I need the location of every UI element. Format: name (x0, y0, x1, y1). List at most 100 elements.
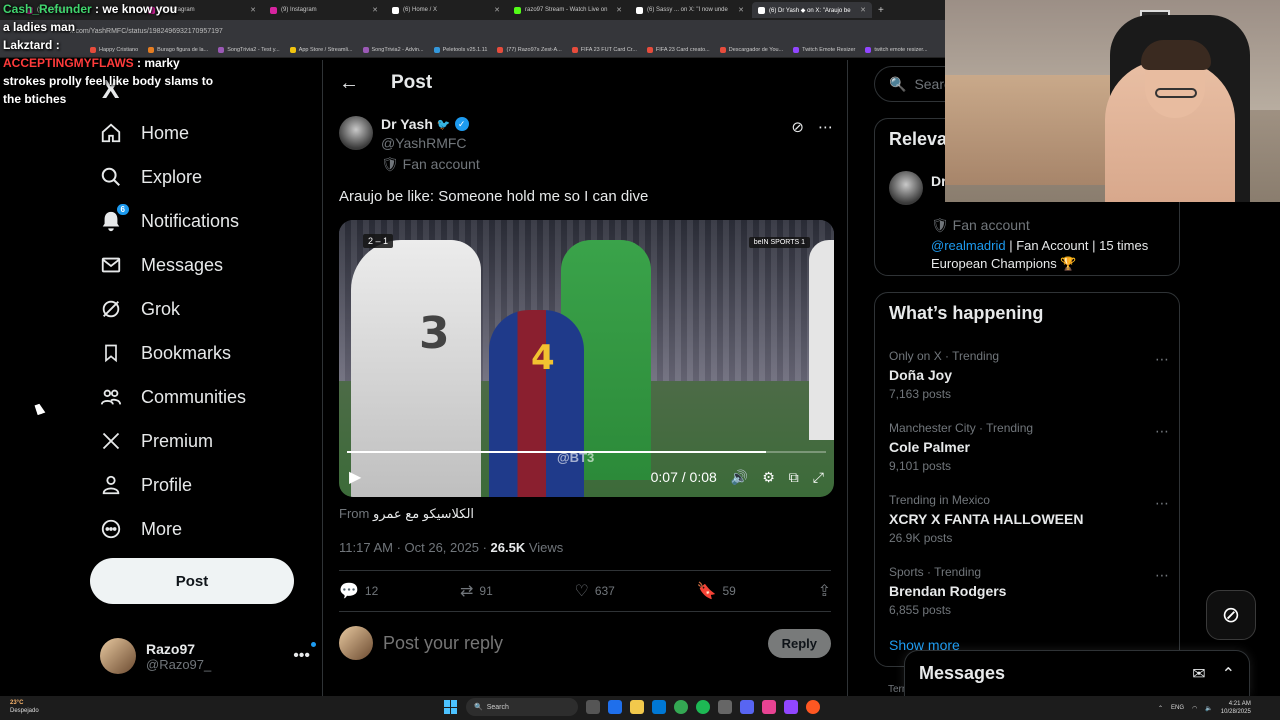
reply-button[interactable]: 💬 12 (339, 581, 378, 601)
sidebar-item-messages[interactable]: Messages (98, 243, 223, 287)
author-name[interactable]: Dr Yash (381, 116, 433, 132)
share-button[interactable]: ⇪ (818, 581, 831, 601)
browser-tab[interactable]: (9) Instagram ✕ (264, 2, 384, 18)
avatar[interactable] (889, 171, 923, 205)
play-icon[interactable]: ▶ (349, 467, 361, 487)
picture-in-picture-icon[interactable]: ⧉ (789, 469, 799, 486)
bookmark-item[interactable]: Descargador de You... (719, 46, 783, 53)
sidebar-item-more[interactable]: More (98, 507, 182, 551)
sidebar-item-premium[interactable]: Premium (98, 419, 213, 463)
tray-chevron-icon[interactable]: ⌃ (1158, 705, 1163, 712)
author-handle[interactable]: @YashRMFC (381, 135, 480, 151)
close-icon[interactable]: ✕ (494, 6, 500, 14)
obs-icon[interactable] (784, 700, 798, 714)
close-icon[interactable]: ✕ (860, 6, 866, 14)
close-icon[interactable]: ✕ (616, 6, 622, 14)
sidebar-item-bookmarks[interactable]: Bookmarks (98, 331, 231, 375)
bookmark-item[interactable]: FIFA 23 Card creato... (646, 46, 710, 53)
sidebar-item-explore[interactable]: Explore (98, 155, 202, 199)
volume-icon[interactable]: 🔊 (731, 469, 748, 486)
bookmark-item[interactable]: (77) Razo97s Zest-A... (497, 46, 562, 53)
reply-submit-button[interactable]: Reply (767, 628, 831, 658)
bookmark-item[interactable]: FIFA 23 FUT Card Cr... (571, 46, 637, 53)
windows-start-icon[interactable] (444, 700, 458, 714)
close-icon[interactable]: ✕ (372, 6, 378, 14)
video-player[interactable]: 3 4 2 – 1 beIN SPORTS 1 @BT3 ▶ 0:07 / 0:… (339, 220, 834, 497)
new-message-icon[interactable]: ✉ (1192, 664, 1205, 684)
video-source-link[interactable]: الكلاسيكو مع عمرو (373, 506, 474, 521)
more-options-icon[interactable]: ••• (293, 642, 316, 665)
browser-tab[interactable]: (6) Sassy ... on X: "I now unde ✕ (630, 2, 750, 18)
new-tab-button[interactable]: + (878, 5, 884, 16)
bookmark-button[interactable]: 🔖 59 (697, 581, 736, 601)
discord-icon[interactable] (740, 700, 754, 714)
bookmark-item[interactable]: App Store / Streamli... (289, 46, 353, 53)
bookmark-item[interactable]: SongTrivia2 - Advin... (362, 46, 424, 53)
browser-tab[interactable]: (6) Home / X ✕ (386, 2, 506, 18)
more-options-icon[interactable]: ⋯ (1155, 423, 1169, 440)
edge-icon[interactable] (608, 700, 622, 714)
back-arrow-icon[interactable]: ← (339, 72, 359, 95)
system-tray: ⌃ ENG ◠ 🔈 4:21 AM 10/28/2025 (1158, 700, 1251, 716)
file-explorer-icon[interactable] (630, 700, 644, 714)
views-count: 26.5K (490, 540, 526, 555)
bookmark-item[interactable]: Peletools v25.1.11 (433, 46, 487, 53)
unread-dot (311, 642, 316, 647)
trend-post-count: 6,855 posts (889, 603, 952, 617)
author-avatar[interactable] (339, 116, 373, 150)
more-options-icon[interactable]: ⋯ (818, 118, 833, 136)
reply-input[interactable] (383, 632, 758, 654)
weather-widget[interactable]: 23°C Despejado (10, 699, 39, 715)
trend-item[interactable]: Trending in Mexico XCRY X FANTA HALLOWEEN… (889, 493, 1169, 545)
close-icon[interactable]: ✕ (738, 6, 744, 14)
video-controls: ▶ 0:07 / 0:08 🔊 ⚙ ⧉ ⤢ (339, 457, 834, 497)
spotify-icon[interactable] (696, 700, 710, 714)
video-progress-bar[interactable] (347, 451, 826, 453)
steam-icon[interactable] (718, 700, 732, 714)
mention-link[interactable]: @realmadrid (931, 238, 1006, 253)
taskbar-search[interactable]: 🔍 Search (466, 698, 578, 716)
trend-item[interactable]: Sports · Trending Brendan Rodgers 6,855 po… (889, 565, 1169, 617)
post-button[interactable]: Post (90, 558, 294, 604)
wifi-icon[interactable]: ◠ (1192, 705, 1197, 712)
bookmark-item[interactable]: twitch emote resizer... (865, 46, 928, 53)
sidebar-item-label: Notifications (141, 210, 240, 231)
volume-icon[interactable]: 🔈 (1205, 705, 1212, 712)
language-indicator[interactable]: ENG (1171, 705, 1184, 711)
firefox-icon[interactable] (806, 700, 820, 714)
post-author[interactable]: Dr Yash 🐦 ✓ @YashRMFC 🛡 Fan account (339, 116, 480, 173)
sidebar-item-label: Premium (141, 430, 214, 451)
grok-icon[interactable]: ⊘ (791, 118, 804, 136)
settings-gear-icon[interactable]: ⚙ (762, 469, 775, 486)
trend-item[interactable]: Only on X · Trending Doña Joy 7,163 posts ⋯ (889, 349, 1169, 401)
store-icon[interactable] (652, 700, 666, 714)
bookmark-item[interactable]: Twitch Emote Resizer (793, 46, 855, 53)
app-icon[interactable] (762, 700, 776, 714)
sidebar-item-notifications[interactable]: 6 Notifications (98, 199, 239, 243)
account-switcher[interactable]: Razo97 @Razo97_ ••• (100, 638, 316, 674)
trend-item[interactable]: Manchester City · Trending Cole Palmer 9,1… (889, 421, 1169, 473)
repost-button[interactable]: ⇄ 91 (460, 581, 493, 601)
sidebar-item-home[interactable]: Home (98, 111, 189, 155)
task-view-icon[interactable] (586, 700, 600, 714)
grok-floating-button[interactable]: ⊘ (1206, 590, 1256, 640)
bookmark-item[interactable]: SongTrivia2 - Test y... (218, 46, 280, 53)
home-icon (98, 120, 124, 146)
account-name: Razo97 (146, 640, 196, 657)
messages-drawer[interactable]: Messages ✉ ⌃ (904, 650, 1250, 696)
browser-tab[interactable]: razo97 Stream - Watch Live on ✕ (508, 2, 628, 18)
more-options-icon[interactable]: ⋯ (1155, 567, 1169, 584)
close-icon[interactable]: ✕ (250, 6, 256, 14)
sidebar-item-grok[interactable]: Grok (98, 287, 180, 331)
sidebar-item-profile[interactable]: Profile (98, 463, 192, 507)
clock[interactable]: 4:21 AM 10/28/2025 (1221, 700, 1251, 716)
like-button[interactable]: ♡ 637 (574, 581, 614, 601)
expand-chevron-icon[interactable]: ⌃ (1222, 664, 1235, 684)
browser-tab[interactable]: (6) Dr Yash ◆ on X: "Araujo be ✕ (752, 2, 872, 18)
chrome-icon[interactable] (674, 700, 688, 714)
fullscreen-icon[interactable]: ⤢ (813, 469, 824, 486)
more-options-icon[interactable]: ⋯ (1155, 351, 1169, 368)
more-options-icon[interactable]: ⋯ (1155, 495, 1169, 512)
sidebar-item-communities[interactable]: Communities (98, 375, 246, 419)
heart-icon: ♡ (574, 583, 589, 600)
